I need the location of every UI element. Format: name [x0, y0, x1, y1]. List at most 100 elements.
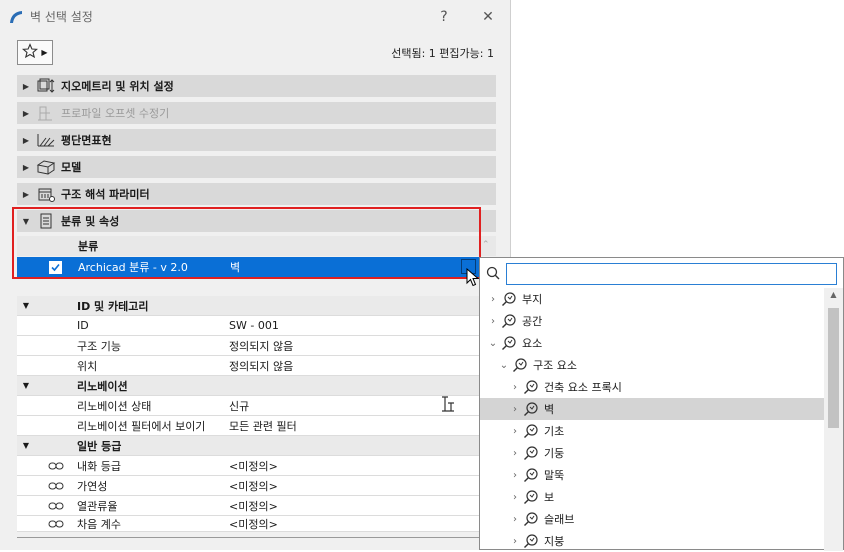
collapse-arrow-icon: ▼ [22, 441, 30, 450]
property-value[interactable]: SW - 001 [229, 319, 496, 332]
chevron-right-icon[interactable]: › [508, 404, 522, 415]
property-name: 가연성 [77, 479, 108, 493]
chevron-down-icon[interactable]: ⌄ [497, 360, 511, 371]
selection-settings-dialog: 벽 선택 설정 ? ✕ ▶ 선택됨: 1 편집가능: 1 ▶ 지오메트리 및 위… [0, 0, 511, 550]
classification-item-icon [522, 379, 540, 395]
property-row[interactable]: 구조 기능 정의되지 않음 [17, 336, 496, 356]
classification-checkbox[interactable] [49, 260, 62, 274]
classification-item-icon [522, 489, 540, 505]
chevron-right-icon[interactable]: › [486, 294, 500, 305]
classification-item-icon [500, 335, 518, 351]
property-row[interactable]: 차음 계수 <미정의> [17, 516, 496, 532]
property-group[interactable]: ▼ 리노베이션 [17, 376, 496, 396]
picker-search-input[interactable] [506, 263, 837, 285]
expand-arrow-icon: ▶ [22, 135, 30, 145]
tree-node-label: 말뚝 [544, 469, 565, 482]
chevron-right-icon[interactable]: › [508, 448, 522, 459]
tree-node-label: 보 [544, 491, 555, 504]
tree-node[interactable]: ⌄ 구조 요소 [480, 354, 825, 376]
tree-node[interactable]: › 공간 [480, 310, 825, 332]
tree-node[interactable]: › 지붕 [480, 530, 825, 552]
property-group-label: 일반 등급 [77, 439, 122, 453]
tree-node[interactable]: ⌄ 요소 [480, 332, 825, 354]
property-value[interactable]: 정의되지 않음 [229, 358, 496, 374]
property-row[interactable]: 리노베이션 필터에서 보이기 모든 관련 필터 [17, 416, 496, 436]
property-row[interactable]: 내화 등급 <미정의> [17, 456, 496, 476]
property-row[interactable]: 위치 정의되지 않음 [17, 356, 496, 376]
tree-node[interactable]: › 기초 [480, 420, 825, 442]
profile-icon [35, 105, 57, 121]
classification-picker-popup: › 부지 › 공간 ⌄ 요소 ⌄ 구조 요소 › 건축 요소 프록시 › 벽 › 기초 › 기둥 › 말뚝 › 보 › 슬… [479, 257, 844, 552]
property-value[interactable]: <미정의> [229, 478, 496, 494]
property-value[interactable]: 정의되지 않음 [229, 338, 496, 354]
expand-arrow-icon: ▶ [22, 162, 30, 172]
property-group[interactable]: ▼ 일반 등급 [17, 436, 496, 456]
property-name: 내화 등급 [77, 459, 121, 473]
favorites-button[interactable]: ▶ [17, 40, 53, 65]
caret-right-icon: ▶ [41, 48, 48, 57]
panel-model[interactable]: ▶ 모델 [17, 156, 496, 178]
panel-profile-offset: ▶ 프로파일 오프셋 수정기 [17, 102, 496, 124]
tree-node[interactable]: › 벽 [480, 398, 825, 420]
property-group[interactable]: ▼ ID 및 카테고리 [17, 296, 496, 316]
property-row[interactable]: 열관류율 <미정의> [17, 496, 496, 516]
chevron-down-icon[interactable]: ⌄ [486, 338, 500, 349]
picker-scrollbar[interactable]: ▲ [824, 288, 843, 551]
property-row[interactable]: ID SW - 001 [17, 316, 496, 336]
panel-floorplan[interactable]: ▶ 평단면표현 [17, 129, 496, 151]
panel-label: 구조 해석 파라미터 [61, 188, 150, 201]
model-icon [35, 159, 57, 175]
property-value[interactable]: 모든 관련 필터 [229, 418, 496, 434]
close-button[interactable]: ✕ [466, 9, 510, 25]
mouse-cursor-icon [466, 267, 480, 291]
chevron-right-icon[interactable]: › [508, 492, 522, 503]
star-icon [22, 43, 39, 62]
properties-table: ▼ ID 및 카테고리 ID SW - 001 구조 기능 정의되지 않음 위치… [17, 296, 496, 532]
selection-count: 선택됨: 1 편집가능: 1 [391, 46, 494, 60]
tree-node-label: 지붕 [544, 535, 565, 548]
tree-node-label: 슬래브 [544, 513, 575, 526]
property-name: 리노베이션 필터에서 보이기 [77, 419, 206, 433]
tree-node[interactable]: › 보 [480, 486, 825, 508]
property-value[interactable]: <미정의> [229, 516, 496, 531]
tree-node-label: 기둥 [544, 447, 565, 460]
chevron-right-icon[interactable]: › [508, 382, 522, 393]
tree-node[interactable]: › 부지 [480, 288, 825, 310]
panel-geometry[interactable]: ▶ 지오메트리 및 위치 설정 [17, 75, 496, 97]
scrollbar-thumb[interactable] [828, 308, 839, 428]
tree-node[interactable]: › 슬래브 [480, 508, 825, 530]
scroll-up-icon[interactable]: ⌃ [482, 240, 490, 250]
property-name: ID [77, 319, 89, 332]
property-row[interactable]: 리노베이션 상태 신규 [17, 396, 496, 416]
chevron-right-icon[interactable]: › [508, 536, 522, 547]
classification-item-icon [522, 423, 540, 439]
archicad-logo-icon [8, 9, 24, 25]
classification-header: 분류 [17, 236, 496, 256]
floorplan-icon [35, 132, 57, 148]
renovation-filter-icon[interactable] [439, 395, 457, 416]
panel-structural[interactable]: ▶ 구조 해석 파라미터 [17, 183, 496, 205]
property-value[interactable]: <미정의> [229, 458, 496, 474]
chevron-right-icon[interactable]: › [508, 426, 522, 437]
help-button[interactable]: ? [422, 9, 466, 25]
panel-label: 프로파일 오프셋 수정기 [61, 107, 170, 120]
tree-node-label: 부지 [522, 293, 543, 306]
tree-node[interactable]: › 말뚝 [480, 464, 825, 486]
property-group-label: 리노베이션 [77, 379, 128, 393]
chevron-right-icon[interactable]: › [508, 470, 522, 481]
panel-classification[interactable]: ▼ 분류 및 속성 [17, 210, 496, 232]
property-value[interactable]: <미정의> [229, 498, 496, 514]
chevron-right-icon[interactable]: › [486, 316, 500, 327]
dialog-toolbar: ▶ 선택됨: 1 편집가능: 1 [17, 40, 494, 65]
property-row[interactable]: 가연성 <미정의> [17, 476, 496, 496]
scroll-up-arrow-icon[interactable]: ▲ [824, 290, 843, 299]
classification-item-icon [522, 445, 540, 461]
tree-node-label: 기초 [544, 425, 565, 438]
panel-label: 모델 [61, 161, 82, 174]
chevron-right-icon[interactable]: › [508, 514, 522, 525]
classification-row[interactable]: Archicad 분류 - v 2.0 벽 [17, 257, 479, 277]
tree-node[interactable]: › 기둥 [480, 442, 825, 464]
link-icon [35, 481, 77, 491]
panel-label: 지오메트리 및 위치 설정 [61, 80, 174, 93]
tree-node[interactable]: › 건축 요소 프록시 [480, 376, 825, 398]
